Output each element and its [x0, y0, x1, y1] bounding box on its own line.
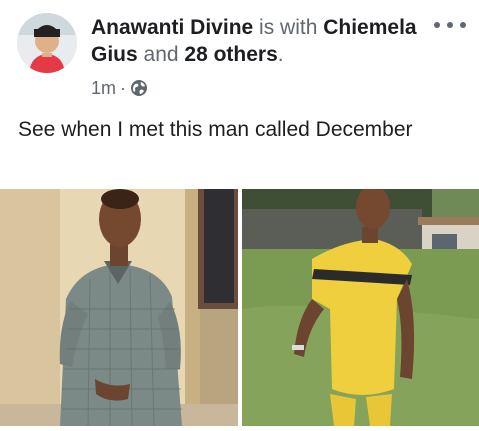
post-header: Anawanti Divine is with Chiemela Gius an… [0, 0, 479, 110]
author-name[interactable]: Anawanti Divine [91, 16, 253, 39]
avatar-image [17, 13, 77, 73]
more-dot [460, 22, 466, 28]
globe-icon[interactable] [130, 79, 148, 97]
and-text: and [137, 43, 185, 66]
photo-man-in-yellow-outfit [242, 189, 479, 426]
more-dot [447, 22, 453, 28]
with-text: is with [253, 16, 324, 39]
post-meta: 1m · [91, 77, 148, 99]
photo-man-in-plaid-shirt [0, 189, 238, 426]
period-text: . [277, 43, 284, 66]
post-author-line: Anawanti Divine is with Chiemela Gius an… [91, 14, 431, 68]
more-options-button[interactable] [434, 14, 466, 36]
post-photo-2[interactable] [242, 189, 479, 426]
tagged-others-link[interactable]: 28 others [184, 43, 277, 66]
more-dot [434, 22, 440, 28]
avatar[interactable] [17, 13, 77, 73]
post-photo-1[interactable] [0, 189, 238, 426]
post-text: See when I met this man called December [18, 118, 413, 141]
meta-separator: · [120, 77, 127, 98]
post-timestamp[interactable]: 1m [91, 78, 116, 99]
